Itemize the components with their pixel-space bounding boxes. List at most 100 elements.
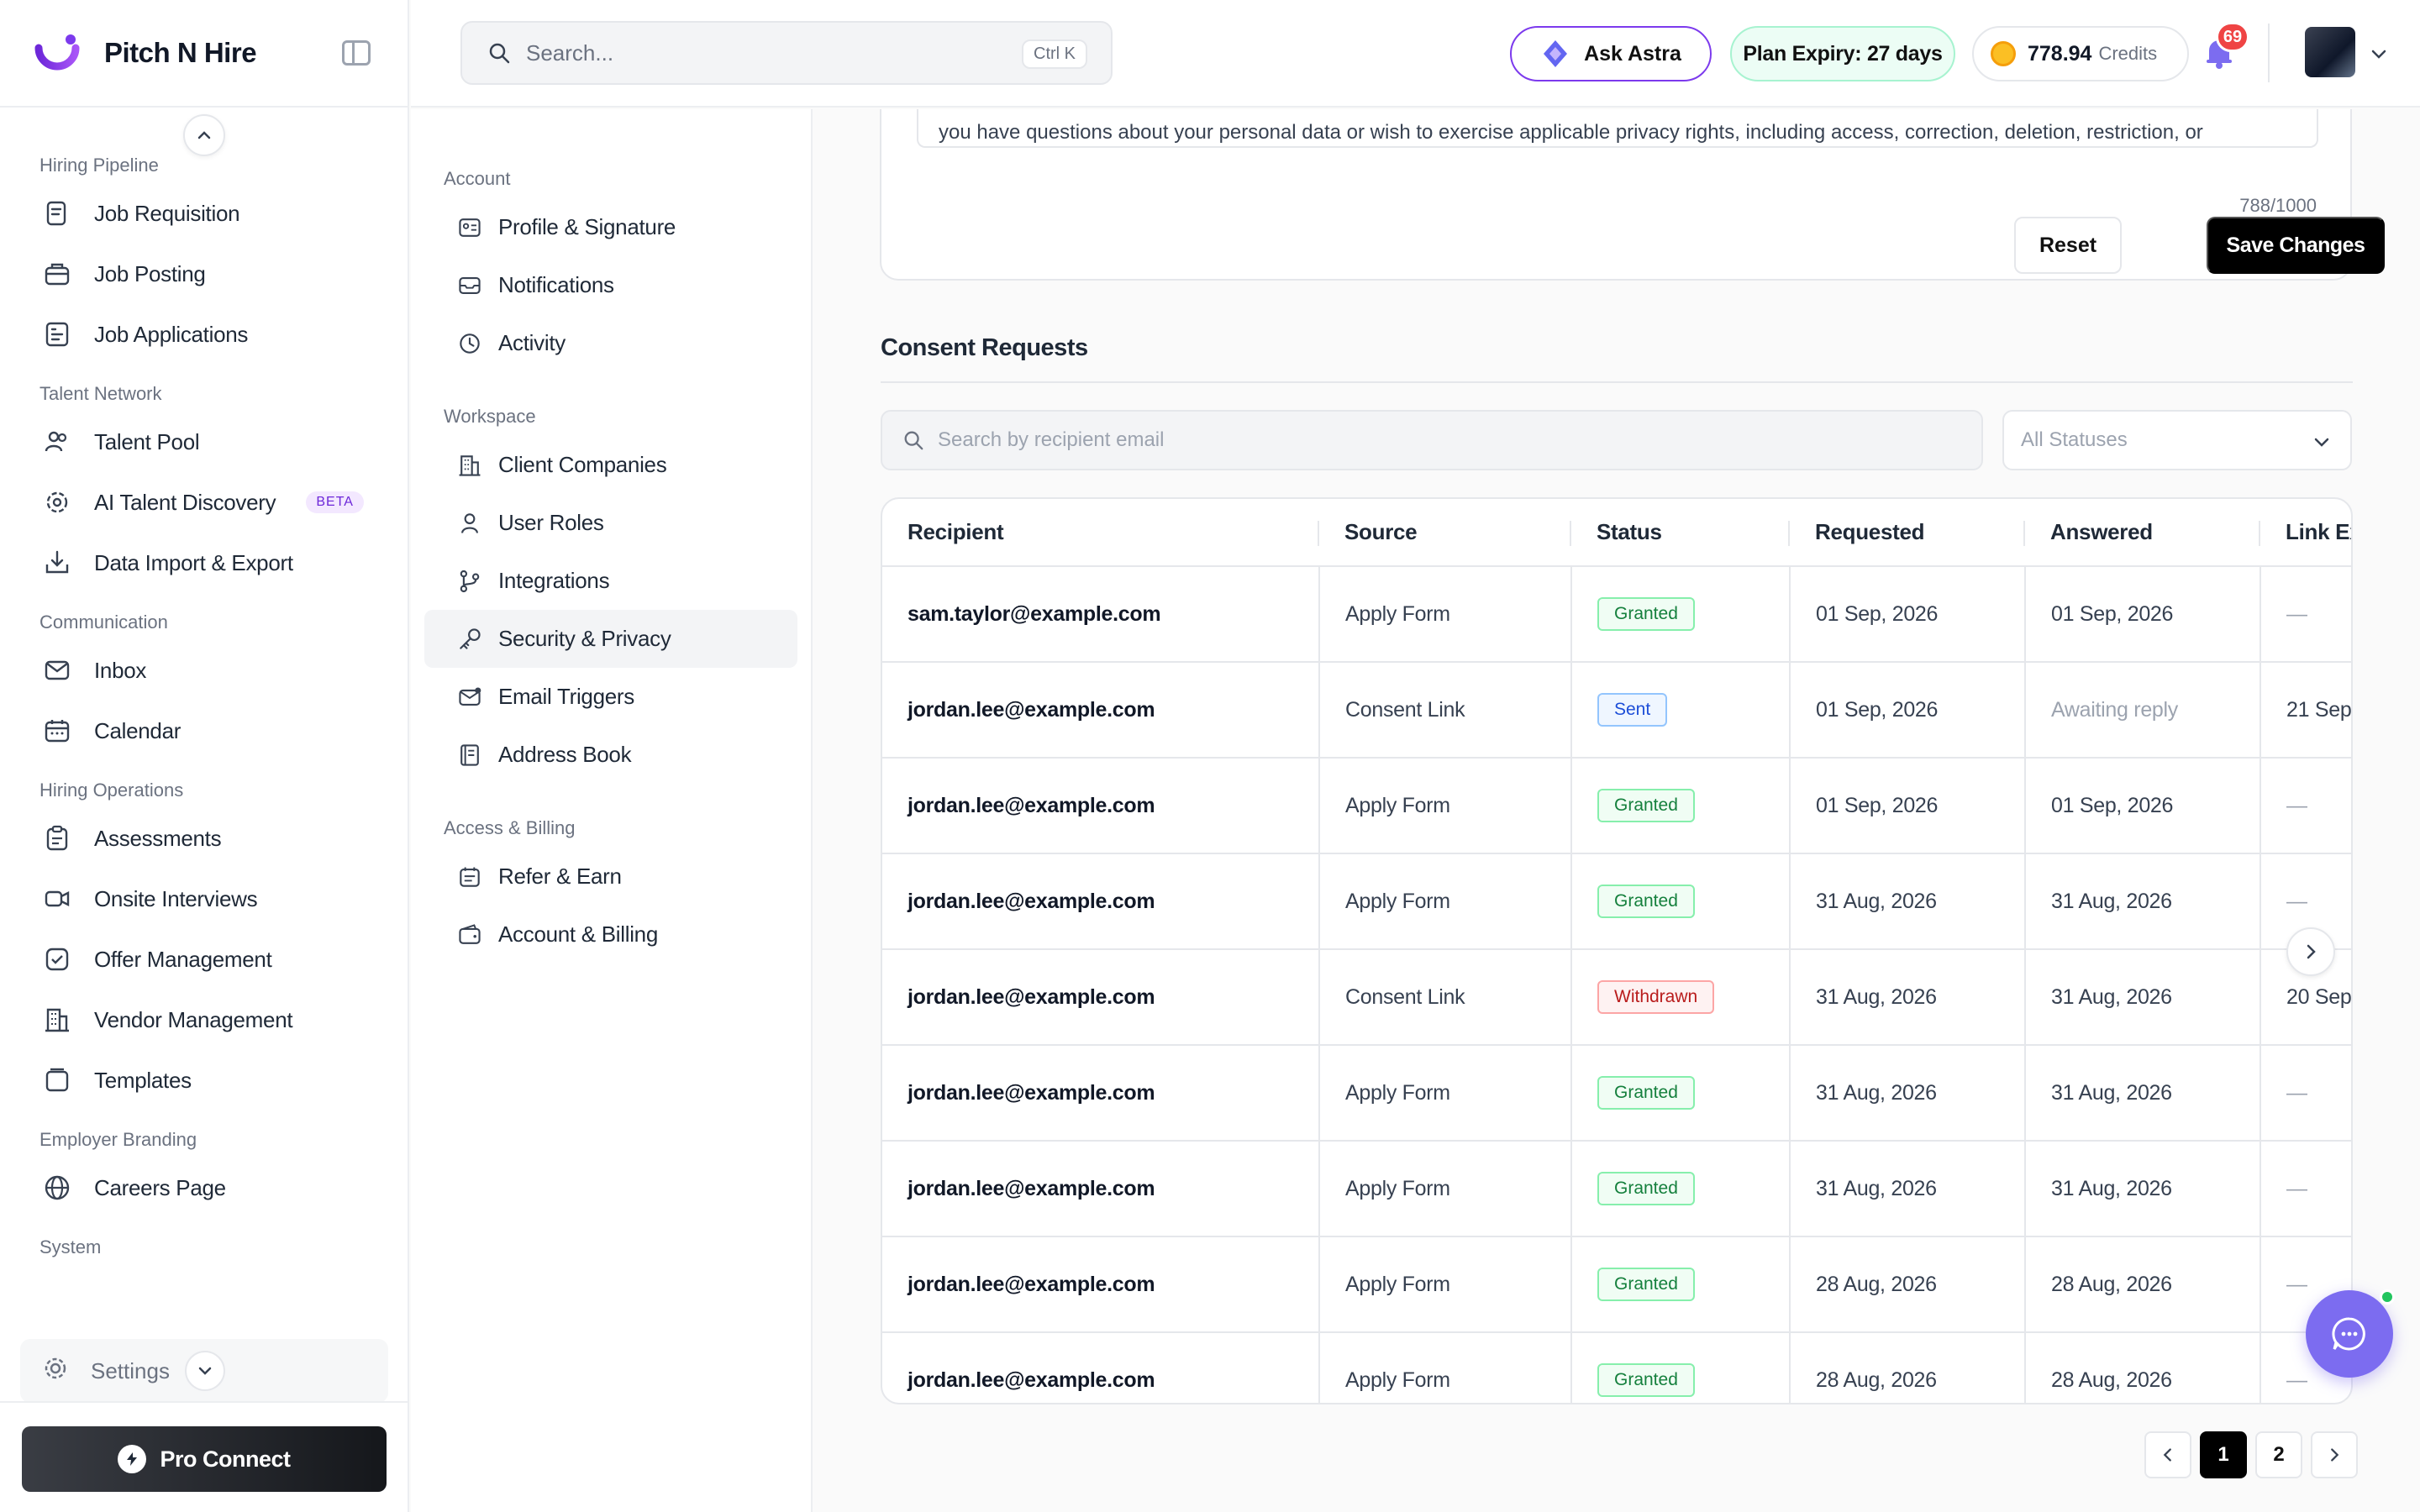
- page-button-2[interactable]: 2: [2255, 1431, 2302, 1478]
- table-row[interactable]: jordan.lee@example.com Consent Link Withdr…: [882, 949, 2351, 1046]
- sidebar-item-job-posting[interactable]: Job Posting: [0, 244, 408, 304]
- inbox-icon: [456, 272, 483, 299]
- requested-cell: 01 Sep, 2026: [1790, 566, 2026, 663]
- column-header-answered[interactable]: Answered: [2025, 499, 2260, 567]
- global-search-input[interactable]: Search... Ctrl K: [460, 21, 1113, 85]
- subnav-item-activity[interactable]: Activity: [424, 314, 797, 372]
- status-badge: Granted: [1597, 885, 1695, 918]
- subnav-item-account-and-billing[interactable]: Account & Billing: [424, 906, 797, 963]
- sidebar-item-calendar[interactable]: Calendar: [0, 701, 408, 761]
- recipient-cell: jordan.lee@example.com: [882, 758, 1320, 854]
- sidebar-item-label: Calendar: [94, 717, 182, 743]
- sidebar-item-onsite-interviews[interactable]: Onsite Interviews: [0, 869, 408, 929]
- sidebar-toggle-icon[interactable]: [342, 40, 371, 66]
- table-row[interactable]: jordan.lee@example.com Apply Form Granted 2…: [882, 1332, 2351, 1403]
- settings-expand-button[interactable]: [185, 1351, 225, 1391]
- sidebar-item-settings[interactable]: Settings: [20, 1339, 388, 1403]
- column-header-status[interactable]: Status: [1571, 499, 1790, 567]
- next-page-button[interactable]: [2311, 1431, 2358, 1478]
- sidebar-item-job-requisition[interactable]: Job Requisition: [0, 183, 408, 244]
- sidebar-item-assessments[interactable]: Assessments: [0, 808, 408, 869]
- status-filter-select[interactable]: All Statuses: [2002, 410, 2352, 470]
- save-changes-button[interactable]: Save Changes: [2207, 217, 2385, 274]
- requested-cell: 28 Aug, 2026: [1790, 1332, 2026, 1403]
- link-expiry-cell: —: [2260, 1045, 2351, 1142]
- sidebar-item-templates[interactable]: Templates: [0, 1050, 408, 1110]
- recipient-search-input[interactable]: Search by recipient email: [881, 410, 1983, 470]
- templates-icon: [42, 1065, 72, 1095]
- sidebar-item-offer-management[interactable]: Offer Management: [0, 929, 408, 990]
- plan-expiry-badge[interactable]: Plan Expiry: 27 days: [1730, 26, 1955, 81]
- main-content: you have questions about your personal d…: [814, 109, 2420, 1512]
- table-row[interactable]: sam.taylor@example.com Apply Form Granted 0…: [882, 566, 2351, 663]
- table-row[interactable]: jordan.lee@example.com Apply Form Granted 2…: [882, 1236, 2351, 1333]
- search-icon: [904, 431, 923, 450]
- sidebar-item-inbox[interactable]: Inbox: [0, 640, 408, 701]
- answered-cell: Awaiting reply: [2025, 662, 2261, 759]
- column-header-requested[interactable]: Requested: [1790, 499, 2025, 567]
- subnav-spacer: [411, 372, 811, 397]
- requested-cell: 31 Aug, 2026: [1790, 853, 2026, 950]
- column-header-link-ex[interactable]: Link Ex: [2260, 499, 2351, 567]
- subnav-item-email-triggers[interactable]: Email Triggers: [424, 668, 797, 726]
- subnav-spacer: [411, 963, 811, 989]
- subnav-item-label: Security & Privacy: [498, 626, 671, 651]
- subnav-item-integrations[interactable]: Integrations: [424, 552, 797, 610]
- chevron-down-icon[interactable]: [2369, 44, 2389, 64]
- user-avatar[interactable]: [2305, 27, 2355, 77]
- status-badge: Granted: [1597, 1076, 1695, 1110]
- pro-connect-button[interactable]: Pro Connect: [22, 1426, 387, 1492]
- page-button-1[interactable]: 1: [2200, 1431, 2247, 1478]
- building-icon: [42, 1005, 72, 1035]
- video-icon: [42, 884, 72, 914]
- column-header-source[interactable]: Source: [1319, 499, 1571, 567]
- status-badge: Withdrawn: [1597, 980, 1715, 1014]
- subnav-item-user-roles[interactable]: User Roles: [424, 494, 797, 552]
- reset-button[interactable]: Reset: [2014, 217, 2122, 274]
- nav-section-title: Hiring Operations: [39, 780, 184, 801]
- requested-cell: 31 Aug, 2026: [1790, 949, 2026, 1046]
- subnav-item-notifications[interactable]: Notifications: [424, 256, 797, 314]
- search-icon: [489, 43, 510, 64]
- sidebar-item-label: Vendor Management: [94, 1006, 293, 1032]
- sidebar-item-data-import-and-export[interactable]: Data Import & Export: [0, 533, 408, 593]
- table-scroll-right-button[interactable]: [2286, 927, 2335, 976]
- subnav-item-client-companies[interactable]: Client Companies: [424, 436, 797, 494]
- subnav-item-refer-and-earn[interactable]: Refer & Earn: [424, 848, 797, 906]
- table-row[interactable]: jordan.lee@example.com Apply Form Granted 3…: [882, 853, 2351, 950]
- subnav-item-profile-and-signature[interactable]: Profile & Signature: [424, 198, 797, 256]
- sidebar-item-job-applications[interactable]: Job Applications: [0, 304, 408, 365]
- subnav-item-security-and-privacy[interactable]: Security & Privacy: [424, 610, 797, 668]
- consent-table: Recipient Source Status Requested Answered Li…: [881, 497, 2353, 1404]
- subnav-item-address-book[interactable]: Address Book: [424, 726, 797, 784]
- table-row[interactable]: jordan.lee@example.com Apply Form Granted 0…: [882, 758, 2351, 854]
- column-header-recipient[interactable]: Recipient: [882, 499, 1319, 567]
- privacy-policy-card: you have questions about your personal d…: [880, 109, 2385, 281]
- mail-icon: [42, 655, 72, 685]
- offer-icon: [42, 944, 72, 974]
- source-cell: Apply Form: [1319, 1045, 1572, 1142]
- sidebar-item-careers-page[interactable]: Careers Page: [0, 1158, 408, 1218]
- privacy-policy-textarea[interactable]: you have questions about your personal d…: [917, 109, 2318, 148]
- recipient-cell: jordan.lee@example.com: [882, 662, 1320, 759]
- chat-support-button[interactable]: [2306, 1290, 2393, 1378]
- user-icon: [456, 510, 483, 537]
- sidebar-item-vendor-management[interactable]: Vendor Management: [0, 990, 408, 1050]
- chat-icon: [2332, 1317, 2365, 1351]
- recipient-cell: sam.taylor@example.com: [882, 566, 1320, 663]
- section-divider: [881, 381, 2353, 383]
- table-row[interactable]: jordan.lee@example.com Consent Link Sent 01…: [882, 662, 2351, 759]
- ask-astra-button[interactable]: Ask Astra: [1510, 26, 1712, 81]
- sidebar-item-talent-pool[interactable]: Talent Pool: [0, 412, 408, 472]
- sidebar-item-label: Offer Management: [94, 946, 272, 972]
- requested-cell: 31 Aug, 2026: [1790, 1141, 2026, 1237]
- table-row[interactable]: jordan.lee@example.com Apply Form Granted 3…: [882, 1045, 2351, 1142]
- table-row[interactable]: jordan.lee@example.com Apply Form Granted 3…: [882, 1141, 2351, 1237]
- sidebar-item-ai-talent-discovery[interactable]: AI Talent Discovery BETA: [0, 472, 408, 533]
- credits-badge[interactable]: 778.94 Credits: [1972, 26, 2189, 81]
- privacy-policy-text: you have questions about your personal d…: [939, 121, 2203, 144]
- search-placeholder: Search...: [526, 39, 614, 66]
- answered-cell: 01 Sep, 2026: [2025, 566, 2261, 663]
- prev-page-button[interactable]: [2144, 1431, 2191, 1478]
